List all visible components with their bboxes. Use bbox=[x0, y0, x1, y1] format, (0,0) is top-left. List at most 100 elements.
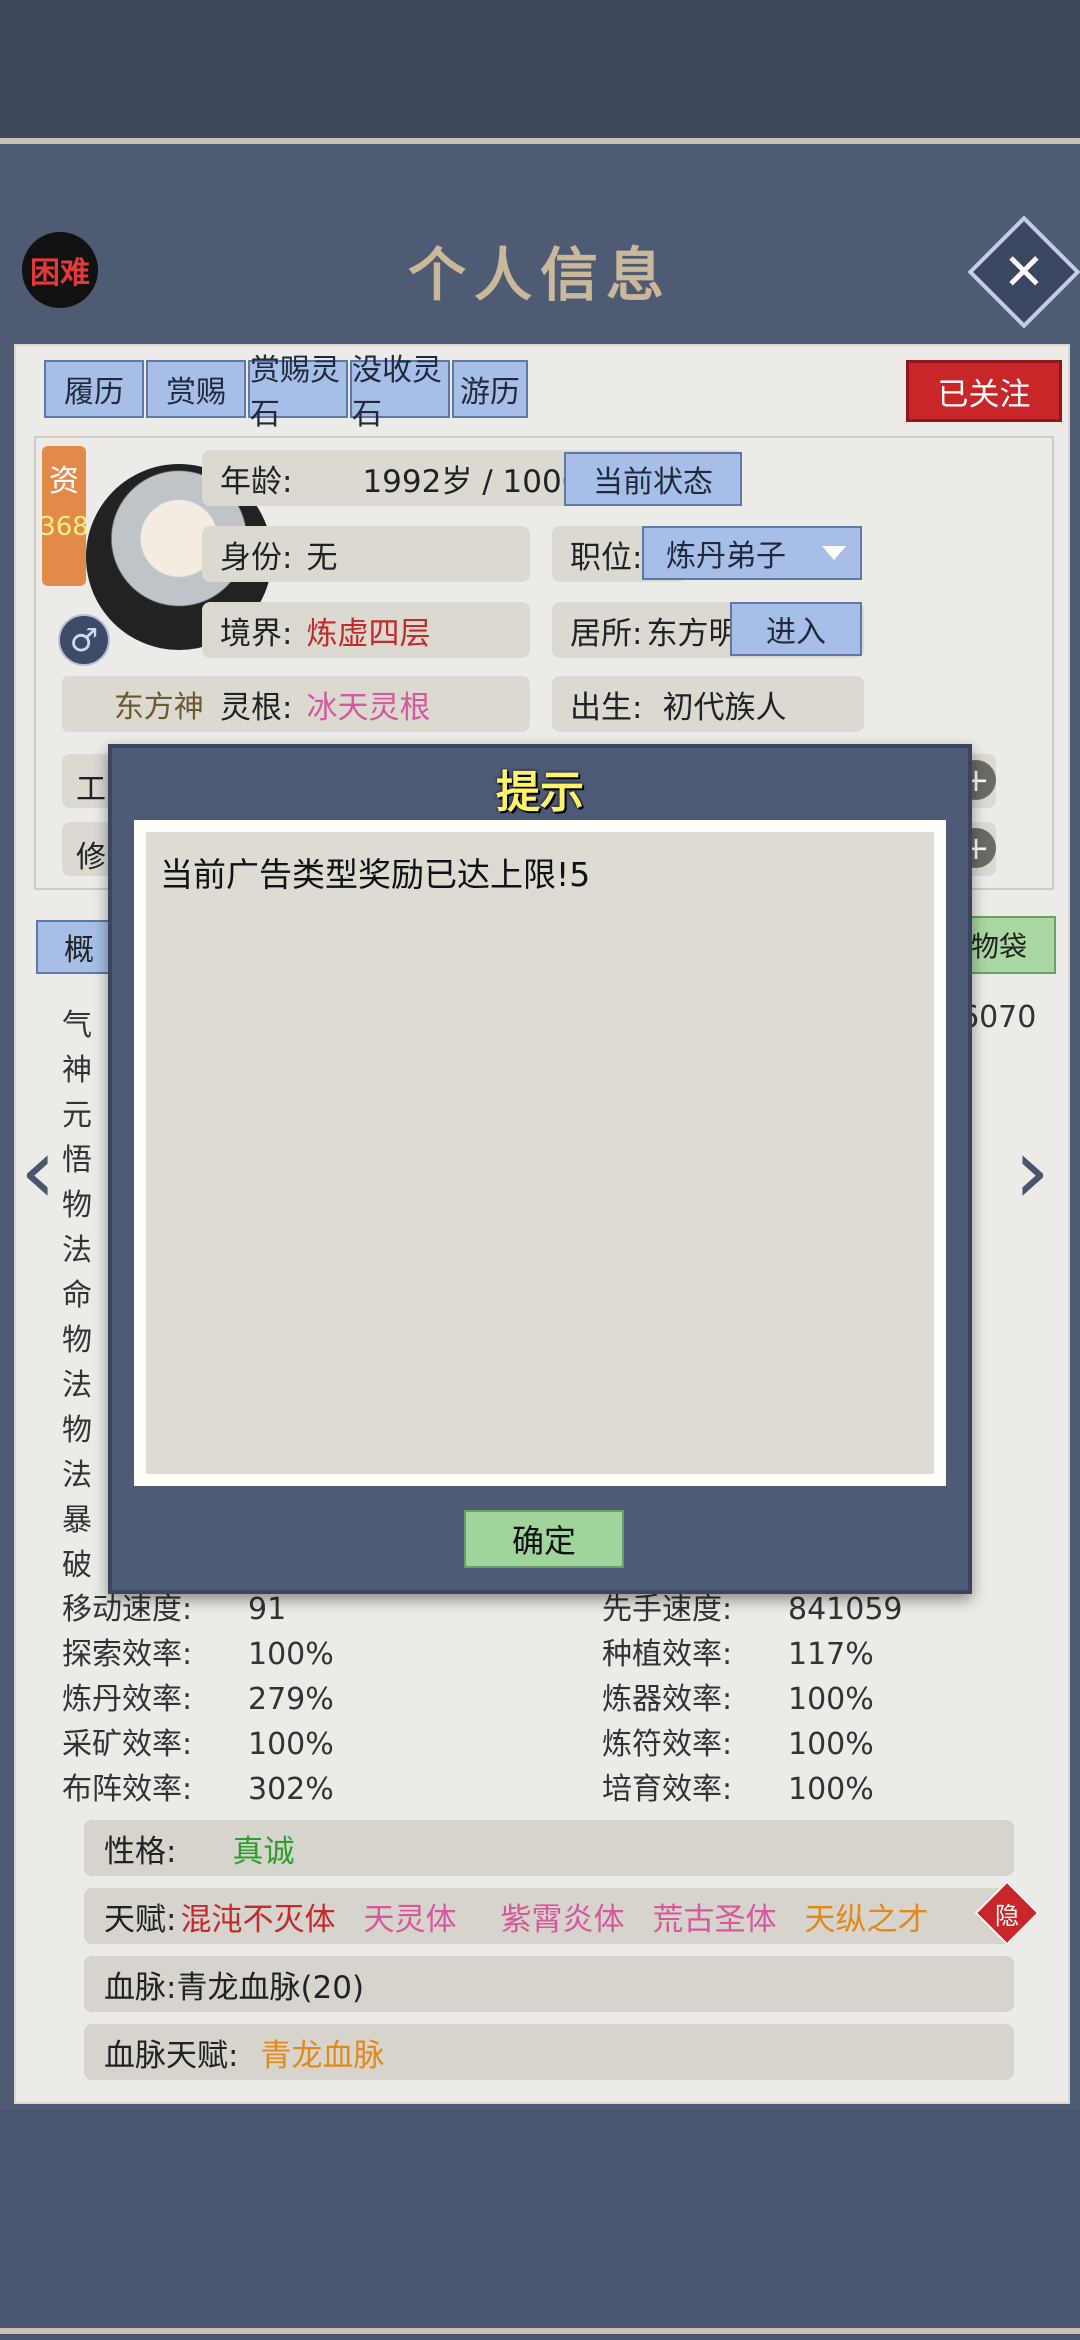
tab-resume[interactable]: 履历 bbox=[44, 360, 144, 418]
position-value: 炼丹弟子 bbox=[666, 539, 786, 574]
personality-value: 真诚 bbox=[232, 1833, 295, 1870]
spirit-root-label: 灵根: bbox=[220, 689, 293, 726]
stat-value: 100% bbox=[788, 1727, 874, 1762]
stat-partial-2: 元 bbox=[62, 1098, 92, 1133]
tab-confiscate-stones[interactable]: 没收灵石 bbox=[350, 353, 450, 432]
stat-row: 种植效率: 117% bbox=[602, 1629, 874, 1673]
tab-travel[interactable]: 游历 bbox=[452, 360, 528, 418]
bloodline-talent-value: 青龙血脉 bbox=[260, 2037, 385, 2074]
stat-row: 采矿效率: 100% bbox=[62, 1719, 334, 1763]
stat-label: 炼器效率: bbox=[602, 1682, 733, 1717]
talent-label: 天赋: bbox=[104, 1901, 177, 1938]
personality-row: 性格: 真诚 bbox=[84, 1820, 1014, 1876]
stat-value: 100% bbox=[248, 1727, 334, 1762]
identity-value: 无 bbox=[306, 539, 338, 576]
stat-label: 炼丹效率: bbox=[62, 1682, 193, 1717]
bloodline-label: 血脉: bbox=[104, 1969, 177, 2006]
aptitude-value: 368 bbox=[39, 512, 89, 542]
enter-button[interactable]: 进入 bbox=[730, 602, 862, 656]
stat-label: 布阵效率: bbox=[62, 1772, 193, 1807]
stat-value: 279% bbox=[248, 1682, 334, 1717]
stat-partial-6: 命 bbox=[62, 1278, 92, 1313]
position-dropdown[interactable]: 炼丹弟子 bbox=[642, 526, 862, 580]
talent-item: 紫霄炎体 bbox=[500, 1901, 625, 1938]
stat-label: 炼符效率: bbox=[602, 1727, 733, 1762]
stat-partial-4: 物 bbox=[62, 1188, 92, 1223]
close-icon: ✕ bbox=[1003, 243, 1045, 301]
cultivation-row-label: 修 bbox=[76, 840, 106, 875]
talent-item: 天纵之才 bbox=[804, 1901, 929, 1938]
stat-label: 培育效率: bbox=[602, 1772, 733, 1807]
page-title: 个人信息 bbox=[407, 241, 672, 309]
realm-label: 境界: bbox=[220, 615, 293, 652]
current-status-button[interactable]: 当前状态 bbox=[564, 452, 742, 506]
chevron-down-icon bbox=[822, 546, 846, 560]
stat-partial-7: 物 bbox=[62, 1323, 92, 1358]
hide-talent-label: 隐 bbox=[995, 1901, 1019, 1930]
stat-partial-8: 法 bbox=[62, 1368, 92, 1403]
alert-dialog: 提示 当前广告类型奖励已达上限!5 确定 bbox=[108, 744, 972, 1594]
dialog-body: 当前广告类型奖励已达上限!5 bbox=[134, 820, 946, 1486]
follow-button[interactable]: 已关注 bbox=[906, 360, 1062, 422]
stat-row: 炼丹效率: 279% bbox=[62, 1674, 334, 1718]
stat-label: 采矿效率: bbox=[62, 1727, 193, 1762]
bottom-divider bbox=[0, 2328, 1080, 2334]
bottom-bar bbox=[0, 2110, 1080, 2340]
tab-reward[interactable]: 赏赐 bbox=[146, 360, 246, 418]
stat-partial-11: 暴 bbox=[62, 1503, 92, 1538]
stat-row: 布阵效率: 302% bbox=[62, 1764, 334, 1808]
bloodline-talent-row: 血脉天赋: 青龙血脉 bbox=[84, 2024, 1014, 2080]
difficulty-badge: 困难 bbox=[22, 232, 98, 308]
spirit-root-row: 灵根: 冰天灵根 bbox=[202, 676, 530, 732]
bloodline-talent-label: 血脉天赋: bbox=[104, 2037, 239, 2074]
work-row-label: 工 bbox=[76, 772, 106, 807]
stat-partial-0: 气 bbox=[62, 1008, 92, 1043]
stat-row: 炼符效率: 100% bbox=[602, 1719, 874, 1763]
top-bar bbox=[0, 0, 1080, 140]
talent-row: 天赋: 混沌不灭体 天灵体 紫霄炎体 荒古圣体 天纵之才 bbox=[84, 1888, 1014, 1944]
residence-label: 居所: bbox=[570, 615, 643, 652]
stat-partial-9: 物 bbox=[62, 1413, 92, 1448]
close-button[interactable]: ✕ bbox=[967, 215, 1080, 329]
birth-label: 出生: bbox=[570, 689, 643, 726]
stat-partial-12: 破 bbox=[62, 1548, 92, 1583]
stat-value: 302% bbox=[248, 1772, 334, 1807]
aptitude-badge: 资 368 bbox=[39, 446, 89, 586]
stat-label: 种植效率: bbox=[602, 1637, 733, 1672]
confirm-button[interactable]: 确定 bbox=[464, 1510, 624, 1568]
realm-row: 境界: 炼虚四层 bbox=[202, 602, 530, 658]
dialog-title: 提示 bbox=[496, 767, 584, 818]
stat-value: 841059 bbox=[788, 1592, 903, 1627]
stat-value: 100% bbox=[788, 1682, 874, 1717]
male-icon: ♂ bbox=[58, 614, 110, 666]
dialog-message: 当前广告类型奖励已达上限!5 bbox=[160, 855, 591, 894]
next-arrow-icon[interactable]: › bbox=[1014, 1127, 1054, 1217]
bloodline-value: 青龙血脉(20) bbox=[176, 1969, 365, 2006]
tab-reward-stones[interactable]: 赏赐灵石 bbox=[248, 353, 348, 432]
stat-value: 100% bbox=[248, 1637, 334, 1672]
position-label: 职位: bbox=[570, 539, 643, 576]
realm-value: 炼虚四层 bbox=[306, 615, 431, 652]
talent-item: 荒古圣体 bbox=[652, 1901, 777, 1938]
stat-partial-5: 法 bbox=[62, 1233, 92, 1268]
talent-item: 混沌不灭体 bbox=[180, 1901, 336, 1938]
tab-bar: 履历 赏赐 赏赐灵石 没收灵石 游历 bbox=[44, 353, 530, 432]
spirit-root-value: 冰天灵根 bbox=[306, 689, 431, 726]
dialog-message-area: 当前广告类型奖励已达上限!5 bbox=[146, 832, 934, 1474]
stat-label: 探索效率: bbox=[62, 1637, 193, 1672]
birth-value: 初代族人 bbox=[662, 689, 787, 726]
stat-row: 炼器效率: 100% bbox=[602, 1674, 874, 1718]
stat-partial-3: 悟 bbox=[62, 1143, 92, 1178]
stat-row: 探索效率: 100% bbox=[62, 1629, 334, 1673]
prev-arrow-icon[interactable]: ‹ bbox=[20, 1127, 60, 1217]
personality-label: 性格: bbox=[104, 1833, 177, 1870]
bloodline-row: 血脉: 青龙血脉(20) bbox=[84, 1956, 1014, 2012]
identity-label: 身份: bbox=[220, 539, 293, 576]
identity-row: 身份: 无 bbox=[202, 526, 530, 582]
stat-partial-1: 神 bbox=[62, 1053, 92, 1088]
talent-item: 天灵体 bbox=[363, 1901, 457, 1938]
top-divider bbox=[0, 138, 1080, 144]
stat-value: 100% bbox=[788, 1772, 874, 1807]
stat-row: 培育效率: 100% bbox=[602, 1764, 874, 1808]
stat-value: 117% bbox=[788, 1637, 874, 1672]
